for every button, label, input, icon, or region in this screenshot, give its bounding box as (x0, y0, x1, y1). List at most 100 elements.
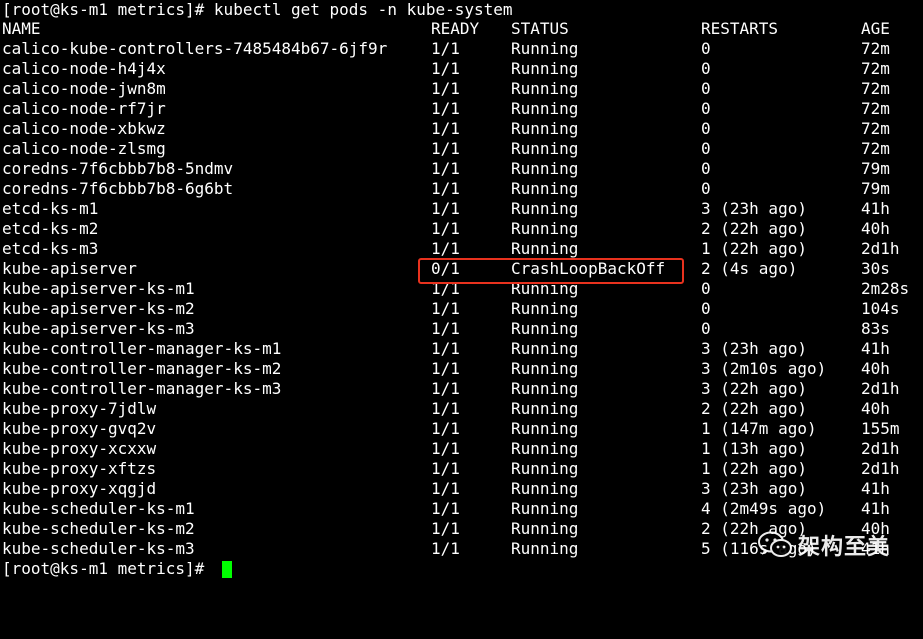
pod-restarts: 0 (701, 139, 711, 158)
pod-age: 30s (861, 259, 890, 278)
pod-name: kube-scheduler-ks-m3 (2, 539, 195, 558)
pod-status: Running (511, 379, 579, 398)
table-row: kube-controller-manager-ks-m1 1/1 Running 3… (0, 339, 923, 359)
table-row: kube-scheduler-ks-m1 1/1 Running 4 (2m49s a… (0, 499, 923, 519)
pod-restarts: 3 (23h ago) (701, 199, 807, 218)
pod-status: Running (511, 419, 579, 438)
pod-restarts: 0 (701, 119, 711, 138)
pod-ready: 1/1 (431, 479, 460, 498)
crashloop-highlight-box (418, 258, 684, 284)
table-row: kube-proxy-xcxxw 1/1 Running 1 (13h ago) 2d1… (0, 439, 923, 459)
pod-age: 2d1h (861, 379, 900, 398)
pod-name: kube-proxy-xcxxw (2, 439, 157, 458)
command-text: [root@ks-m1 metrics]# kubectl get pods -… (2, 0, 513, 19)
pod-status: Running (511, 499, 579, 518)
pod-name: etcd-ks-m3 (2, 239, 99, 258)
pod-status: Running (511, 439, 579, 458)
pod-ready: 1/1 (431, 539, 460, 558)
pod-name: kube-proxy-xqgjd (2, 479, 157, 498)
pod-name: kube-controller-manager-ks-m2 (2, 359, 282, 378)
pod-age: 2d1h (861, 459, 900, 478)
pod-restarts: 0 (701, 59, 711, 78)
table-row: etcd-ks-m3 1/1 Running 1 (22h ago) 2d1h (0, 239, 923, 259)
pod-restarts: 2 (22h ago) (701, 399, 807, 418)
pod-restarts: 3 (23h ago) (701, 479, 807, 498)
pod-name: calico-node-zlsmg (2, 139, 166, 158)
pod-restarts: 0 (701, 79, 711, 98)
table-row: calico-node-zlsmg 1/1 Running 0 72m (0, 139, 923, 159)
pod-status: Running (511, 319, 579, 338)
pod-age: 72m (861, 59, 890, 78)
pod-status: Running (511, 179, 579, 198)
pod-ready: 1/1 (431, 319, 460, 338)
table-row: kube-controller-manager-ks-m2 1/1 Running 3… (0, 359, 923, 379)
header-restarts: RESTARTS (701, 19, 779, 38)
pod-age: 72m (861, 99, 890, 118)
table-row: kube-proxy-gvq2v 1/1 Running 1 (147m ago) 15… (0, 419, 923, 439)
table-row: calico-node-jwn8m 1/1 Running 0 72m (0, 79, 923, 99)
table-row: kube-apiserver-ks-m2 1/1 Running 0 104s (0, 299, 923, 319)
pod-age: 155m (861, 419, 900, 438)
pod-ready: 1/1 (431, 139, 460, 158)
pod-name: calico-node-rf7jr (2, 99, 166, 118)
header-age: AGE (861, 19, 890, 38)
pod-status: Running (511, 459, 579, 478)
pod-status: Running (511, 59, 579, 78)
pod-name: kube-proxy-gvq2v (2, 419, 157, 438)
pod-name: kube-apiserver (2, 259, 137, 278)
pod-restarts: 1 (22h ago) (701, 459, 807, 478)
header-name: NAME (2, 19, 41, 38)
prompt-line[interactable]: [root@ks-m1 metrics]# (0, 559, 923, 579)
pod-ready: 1/1 (431, 239, 460, 258)
pod-restarts: 3 (2m10s ago) (701, 359, 827, 378)
pod-name: etcd-ks-m1 (2, 199, 99, 218)
pod-ready: 1/1 (431, 519, 460, 538)
header-ready: READY (431, 19, 480, 38)
pod-status: Running (511, 39, 579, 58)
pod-name: kube-apiserver-ks-m1 (2, 279, 195, 298)
table-row: etcd-ks-m1 1/1 Running 3 (23h ago) 41h (0, 199, 923, 219)
pod-name: kube-controller-manager-ks-m3 (2, 379, 282, 398)
pod-status: Running (511, 339, 579, 358)
pod-restarts: 1 (22h ago) (701, 239, 807, 258)
pod-name: calico-node-h4j4x (2, 59, 166, 78)
pod-age: 2d1h (861, 439, 900, 458)
pod-ready: 1/1 (431, 59, 460, 78)
table-row: coredns-7f6cbbb7b8-5ndmv 1/1 Running 0 79m (0, 159, 923, 179)
pod-name: kube-scheduler-ks-m2 (2, 519, 195, 538)
pod-restarts: 2 (22h ago) (701, 219, 807, 238)
pod-name: coredns-7f6cbbb7b8-5ndmv (2, 159, 234, 178)
pod-restarts: 0 (701, 299, 711, 318)
watermark-text: 架构至美 (798, 535, 891, 560)
pod-age: 40h (861, 359, 890, 378)
wechat-icon (758, 531, 792, 557)
pod-status: Running (511, 519, 579, 538)
pod-restarts: 0 (701, 99, 711, 118)
pod-ready: 1/1 (431, 339, 460, 358)
pod-ready: 1/1 (431, 359, 460, 378)
pod-age: 83s (861, 319, 890, 338)
pod-status: Running (511, 199, 579, 218)
pod-name: etcd-ks-m2 (2, 219, 99, 238)
pod-restarts: 0 (701, 279, 711, 298)
pod-age: 104s (861, 299, 900, 318)
table-row: kube-proxy-xftzs 1/1 Running 1 (22h ago) 2d1… (0, 459, 923, 479)
pod-ready: 1/1 (431, 119, 460, 138)
pod-name: kube-controller-manager-ks-m1 (2, 339, 282, 358)
terminal-window[interactable]: [root@ks-m1 metrics]# kubectl get pods -… (0, 0, 923, 586)
pod-ready: 1/1 (431, 299, 460, 318)
pod-name: kube-proxy-xftzs (2, 459, 157, 478)
pod-ready: 1/1 (431, 459, 460, 478)
pod-status: Running (511, 119, 579, 138)
table-row: calico-node-rf7jr 1/1 Running 0 72m (0, 99, 923, 119)
pod-status: Running (511, 539, 579, 558)
pod-status: Running (511, 239, 579, 258)
pod-status: Running (511, 479, 579, 498)
table-row: calico-node-xbkwz 1/1 Running 0 72m (0, 119, 923, 139)
table-row: etcd-ks-m2 1/1 Running 2 (22h ago) 40h (0, 219, 923, 239)
pod-age: 41h (861, 499, 890, 518)
pod-restarts: 1 (13h ago) (701, 439, 807, 458)
pod-status: Running (511, 399, 579, 418)
cursor (222, 561, 232, 578)
pod-ready: 1/1 (431, 219, 460, 238)
